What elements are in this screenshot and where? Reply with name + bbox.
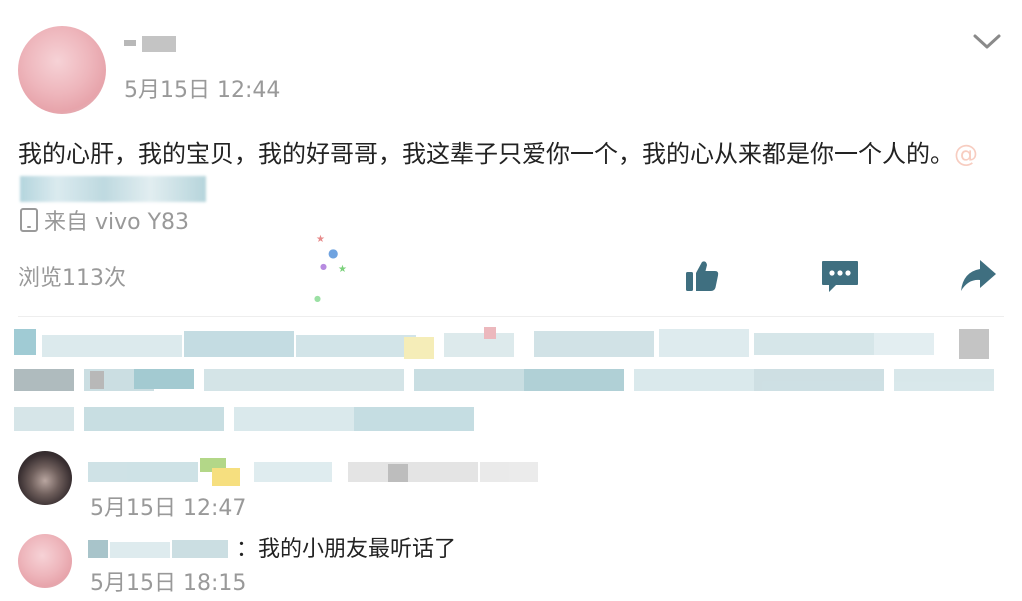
sparkle-decoration: ● bbox=[314, 294, 321, 303]
sparkle-decoration: ★ bbox=[316, 234, 325, 245]
sparkle-decoration: ● bbox=[320, 262, 327, 271]
view-count: 浏览113次 bbox=[18, 266, 126, 291]
redacted-mosaic bbox=[88, 458, 538, 486]
comment-avatar[interactable] bbox=[18, 451, 72, 505]
comment-author-redacted[interactable] bbox=[88, 536, 232, 560]
sparkle-decoration: ★ bbox=[338, 264, 347, 275]
sparkle-decoration: ● bbox=[328, 246, 339, 260]
comment-button[interactable] bbox=[820, 256, 860, 296]
mention-link-redacted[interactable] bbox=[20, 176, 206, 202]
phone-icon bbox=[20, 208, 38, 232]
redacted-mosaic bbox=[88, 540, 228, 558]
redacted-block bbox=[142, 36, 176, 52]
comment-body: 我的小朋友最听话了 bbox=[258, 537, 457, 562]
mention-prefix[interactable]: @ bbox=[954, 140, 978, 168]
post-text: 我的心肝，我的宝贝，我的好哥哥，我这辈子只爱你一个，我的心从来都是你一个人的。 bbox=[18, 140, 954, 168]
device-source: 来自 vivo Y83 bbox=[20, 205, 189, 235]
post-author-avatar[interactable] bbox=[18, 26, 106, 114]
redacted-mosaic bbox=[14, 327, 994, 431]
chevron-down-icon[interactable] bbox=[970, 28, 1004, 54]
redacted-comment bbox=[14, 325, 1004, 437]
thumbs-up-icon bbox=[686, 261, 719, 291]
comment-text: ：我的小朋友最听话了 bbox=[236, 531, 456, 563]
device-label: 来自 vivo Y83 bbox=[44, 210, 190, 235]
comment-bubble-icon bbox=[822, 261, 858, 292]
post-timestamp: 5月15日 12:44 bbox=[124, 78, 281, 103]
comment-separator: ： bbox=[236, 537, 259, 562]
post-author-name-redacted[interactable] bbox=[124, 32, 180, 54]
divider bbox=[18, 316, 1004, 317]
like-button[interactable] bbox=[682, 256, 722, 296]
comment-author-and-text-redacted[interactable] bbox=[88, 458, 542, 486]
comment-timestamp: 5月15日 18:15 bbox=[90, 571, 247, 596]
share-arrow-icon bbox=[961, 260, 996, 291]
redacted-block bbox=[124, 40, 136, 46]
comment-timestamp: 5月15日 12:47 bbox=[90, 496, 247, 521]
post-body: 我的心肝，我的宝贝，我的好哥哥，我这辈子只爱你一个，我的心从来都是你一个人的。@ bbox=[18, 137, 1008, 205]
share-button[interactable] bbox=[958, 256, 998, 296]
comment-avatar[interactable] bbox=[18, 534, 72, 588]
